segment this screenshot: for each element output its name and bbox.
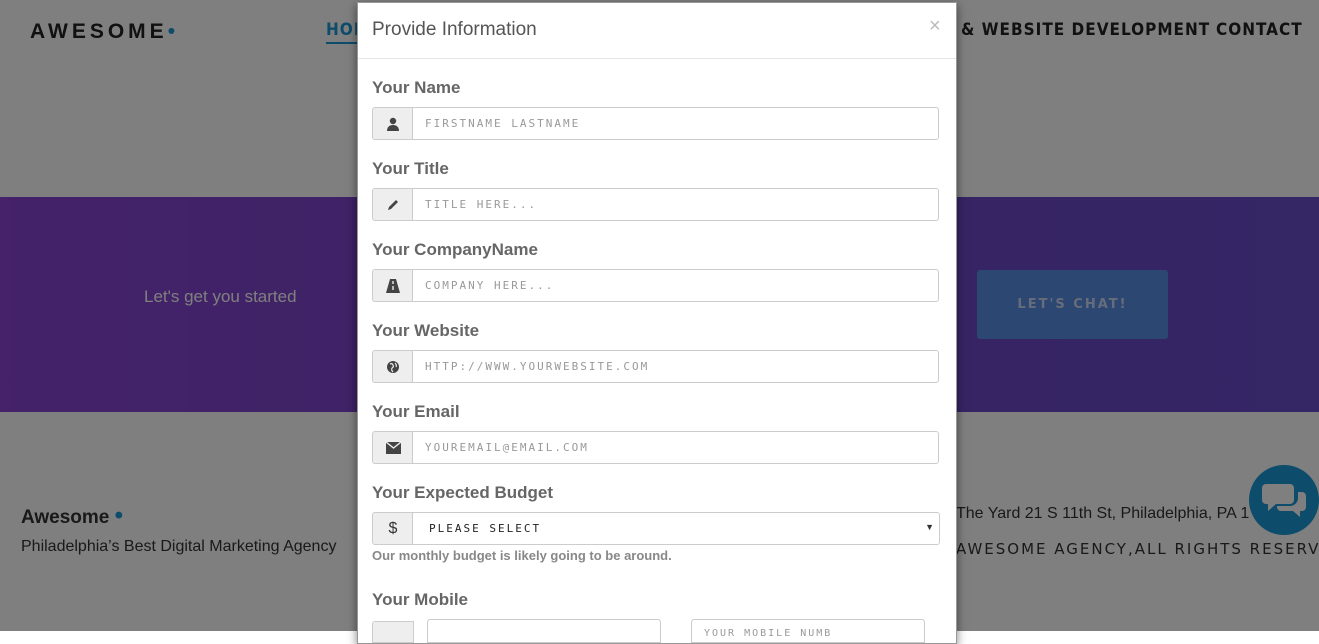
dollar-symbol: $	[388, 519, 398, 537]
mobile-phone-icon	[372, 621, 414, 643]
website-input[interactable]	[412, 350, 939, 383]
user-icon	[372, 107, 414, 140]
budget-label: Your Expected Budget	[372, 483, 554, 502]
website-input-group	[372, 350, 940, 383]
modal-header: Provide Information ×	[358, 3, 956, 59]
email-input-group	[372, 431, 940, 464]
title-label: Your Title	[372, 159, 449, 178]
chevron-down-icon: ▼	[925, 522, 934, 532]
road-icon	[372, 269, 414, 302]
budget-selected-value: PLEASE SELECT	[429, 522, 542, 535]
name-input[interactable]	[412, 107, 939, 140]
company-label: Your CompanyName	[372, 240, 538, 259]
company-input-group	[372, 269, 940, 302]
mobile-label: Your Mobile	[372, 590, 469, 609]
envelope-icon	[372, 431, 414, 464]
mobile-number-input[interactable]: YOUR MOBILE NUMB	[691, 619, 925, 643]
email-input[interactable]	[412, 431, 939, 464]
name-label: Your Name	[372, 78, 461, 97]
close-icon[interactable]: ×	[929, 15, 941, 38]
mobile-country-code-input[interactable]	[427, 619, 661, 643]
name-input-group	[372, 107, 940, 140]
website-label: Your Website	[372, 321, 480, 340]
dollar-icon: $	[372, 512, 414, 545]
budget-help-text: Our monthly budget is likely going to be…	[372, 548, 672, 563]
budget-select[interactable]: PLEASE SELECT ▼	[412, 512, 940, 545]
budget-input-group: $ PLEASE SELECT ▼	[372, 512, 940, 545]
title-input-group	[372, 188, 940, 221]
pencil-icon	[372, 188, 414, 221]
email-label: Your Email	[372, 402, 460, 421]
mobile-placeholder: YOUR MOBILE NUMB	[704, 628, 833, 639]
modal-title: Provide Information	[372, 19, 537, 40]
provide-information-modal: Provide Information × Your Name Your Tit…	[357, 2, 957, 644]
globe-icon	[372, 350, 414, 383]
company-input[interactable]	[412, 269, 939, 302]
title-input[interactable]	[412, 188, 939, 221]
